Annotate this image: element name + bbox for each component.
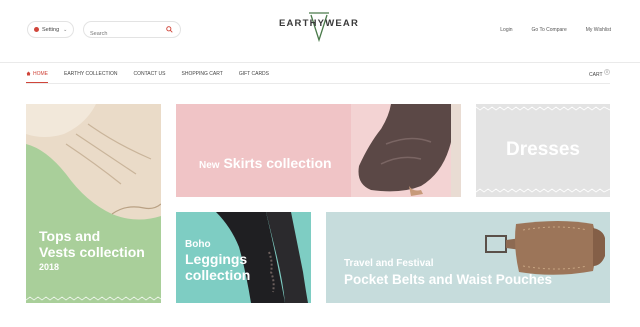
compare-link[interactable]: Go To Compare — [532, 27, 567, 33]
nav-item-label: HOME — [33, 71, 48, 77]
leggings-line1: Leggings — [185, 251, 248, 268]
tops-product-image — [26, 104, 161, 224]
tops-line2: Vests collection — [39, 243, 145, 260]
account-links: Login Go To Compare My Wishlist — [500, 27, 611, 33]
wishlist-link[interactable]: My Wishlist — [586, 27, 611, 33]
zigzag-border — [26, 296, 161, 301]
site-logo[interactable]: EARTHYWEAR — [277, 8, 361, 42]
belts-title: Pocket Belts and Waist Pouches — [344, 272, 553, 288]
nav-divider — [26, 83, 610, 84]
nav-item-earthy-collection[interactable]: EARTHY COLLECTION — [64, 71, 117, 77]
logo-text: EARTHYWEAR — [278, 18, 360, 29]
banner-tops-vests[interactable]: Tops and Vests collection 2018 — [26, 104, 161, 303]
belts-small: Travel and Festival — [344, 258, 434, 269]
active-nav-underline — [26, 82, 48, 83]
nav-item-contact-us[interactable]: CONTACT US — [133, 71, 165, 77]
skirts-small: New — [199, 160, 220, 171]
nav-item-home[interactable]: HOME — [26, 71, 48, 77]
banner-pocket-belts[interactable]: Travel and Festival Pocket Belts and Wai… — [326, 212, 610, 303]
main-nav: HOME EARTHY COLLECTION CONTACT US SHOPPI… — [26, 71, 285, 77]
dresses-title: Dresses — [506, 139, 580, 160]
search-input[interactable] — [90, 26, 160, 42]
tops-line3: 2018 — [39, 262, 60, 273]
gear-icon — [34, 27, 39, 32]
header-divider — [0, 62, 640, 63]
search-box — [83, 21, 181, 42]
search-icon[interactable] — [166, 26, 173, 33]
setting-dropdown[interactable]: Setting ⌄ — [27, 21, 74, 38]
banner-dresses[interactable]: Dresses — [476, 104, 610, 197]
zigzag-border — [476, 106, 610, 111]
nav-item-gift-cards[interactable]: GIFT CARDS — [239, 71, 269, 77]
banner-leggings[interactable]: Boho Leggings collection — [176, 212, 311, 303]
banner-skirts[interactable]: New Skirts collection — [176, 104, 461, 197]
login-link[interactable]: Login — [500, 27, 512, 33]
setting-label: Setting — [42, 26, 60, 33]
chevron-down-icon: ⌄ — [63, 26, 68, 33]
zigzag-border — [476, 188, 610, 193]
home-icon — [26, 71, 31, 76]
cart-link[interactable]: CART — [589, 72, 603, 78]
leggings-small: Boho — [185, 239, 211, 250]
skirts-title: Skirts collection — [223, 155, 332, 171]
leggings-line2: collection — [185, 266, 251, 283]
tops-line1: Tops and — [39, 228, 101, 244]
skirt-product-image — [351, 104, 461, 197]
top-bar: Setting ⌄ EARTHYWEAR Login Go To Compare… — [0, 0, 640, 60]
cart-count-badge: 0 — [604, 69, 610, 75]
nav-item-shopping-cart[interactable]: SHOPPING CART — [182, 71, 223, 77]
